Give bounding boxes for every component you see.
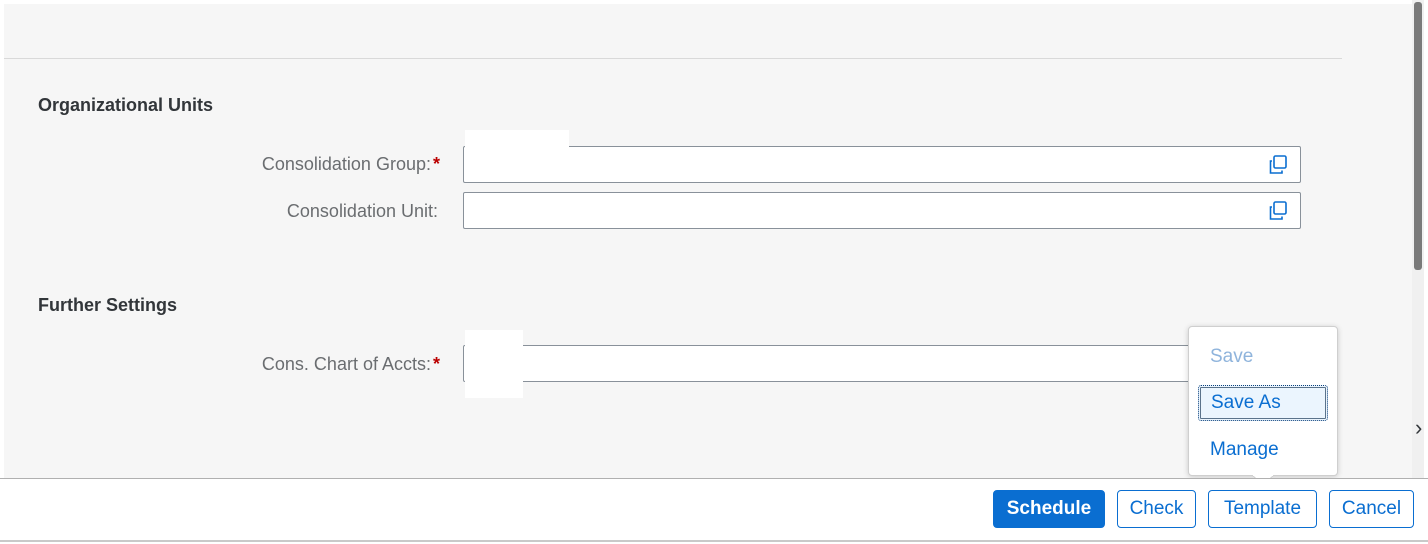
footer-divider (0, 540, 1428, 542)
section-heading-organizational-units: Organizational Units (38, 95, 214, 115)
page: Organizational Units Consolidation Group… (0, 0, 1428, 544)
masked-value (465, 130, 569, 182)
template-button[interactable]: Template (1208, 490, 1317, 528)
required-indicator: * (432, 154, 440, 174)
value-help-icon[interactable] (1268, 155, 1288, 175)
check-button[interactable]: Check (1117, 490, 1196, 528)
consolidation-group-input[interactable] (463, 146, 1301, 183)
consolidation-unit-input[interactable] (463, 192, 1301, 229)
consolidation-unit-label-text: Consolidation Unit: (286, 201, 438, 221)
consolidation-group-label-text: Consolidation Group: (261, 154, 431, 174)
consolidation-group-label: Consolidation Group: * (262, 154, 440, 175)
cons-chart-of-accts-input[interactable] (463, 345, 1301, 382)
cons-chart-of-accts-label-text: Cons. Chart of Accts: (261, 354, 431, 374)
menu-item-save-as[interactable]: Save As (1198, 385, 1328, 421)
cons-chart-of-accts-label: Cons. Chart of Accts: * (262, 354, 440, 375)
cancel-button[interactable]: Cancel (1329, 490, 1414, 528)
value-help-icon[interactable] (1268, 201, 1288, 221)
header-divider (4, 58, 1342, 59)
masked-value (465, 330, 523, 398)
required-indicator: * (432, 354, 440, 374)
menu-item-save[interactable]: Save (1198, 339, 1328, 375)
template-menu-popover: Save Save As Manage (1188, 326, 1338, 476)
consolidation-unit-label: Consolidation Unit: (287, 201, 440, 222)
menu-item-manage[interactable]: Manage (1198, 432, 1328, 468)
chevron-right-icon: › (1415, 415, 1423, 440)
schedule-button[interactable]: Schedule (993, 490, 1105, 528)
scrollbar-thumb[interactable] (1414, 2, 1422, 270)
section-heading-further-settings: Further Settings (38, 295, 178, 315)
